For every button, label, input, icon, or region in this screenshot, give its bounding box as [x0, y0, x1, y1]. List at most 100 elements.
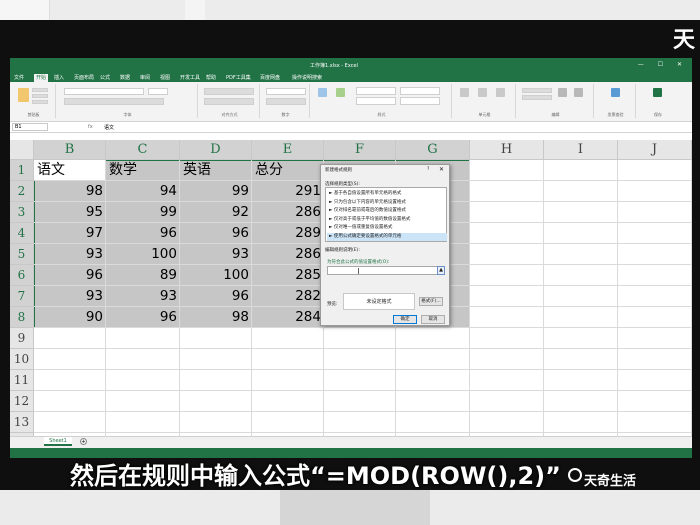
ribbon-tab-2[interactable]: 插入 — [54, 74, 64, 81]
column-header-f[interactable]: F — [324, 140, 396, 160]
window-controls[interactable]: — ☐ ✕ — [638, 61, 688, 68]
row-header-3[interactable]: 3 — [10, 202, 34, 223]
row-header-6[interactable]: 6 — [10, 265, 34, 286]
fx-icon[interactable]: fx — [88, 124, 93, 130]
formula-input[interactable]: 语文 — [104, 124, 114, 131]
data-cell[interactable]: 99 — [180, 181, 252, 202]
rule-type-item[interactable]: ► 仅对排名靠前或靠后的数值设置格式 — [327, 207, 447, 215]
delete-cells-icon[interactable] — [478, 88, 487, 97]
ribbon-tab-10[interactable]: PDF工具集 — [226, 74, 251, 81]
row-header-12[interactable]: 12 — [10, 391, 34, 412]
number-format-select[interactable] — [266, 88, 306, 95]
data-cell[interactable]: 289 — [252, 223, 324, 244]
column-header-e[interactable]: E — [252, 140, 324, 160]
ribbon-tab-0[interactable]: 文件 — [14, 74, 24, 81]
header-cell[interactable]: 总分 — [255, 160, 283, 181]
font-name-select[interactable] — [64, 88, 144, 95]
cell-style-good[interactable] — [356, 97, 396, 105]
row-header-7[interactable]: 7 — [10, 286, 34, 307]
header-cell[interactable]: 语文 — [37, 160, 65, 181]
rule-type-item[interactable]: ► 基于各自值设置所有单元格的格式 — [327, 190, 447, 198]
data-cell[interactable]: 90 — [34, 307, 106, 328]
font-size-select[interactable] — [148, 88, 168, 95]
data-cell[interactable]: 98 — [180, 307, 252, 328]
data-cell[interactable]: 96 — [180, 223, 252, 244]
row-header-2[interactable]: 2 — [10, 181, 34, 202]
cancel-button[interactable]: 取消 — [421, 315, 445, 324]
paste-icon[interactable] — [18, 88, 29, 102]
row-header-4[interactable]: 4 — [10, 223, 34, 244]
data-cell[interactable]: 94 — [106, 181, 180, 202]
row-header-11[interactable]: 11 — [10, 370, 34, 391]
data-cell[interactable]: 291 — [252, 181, 324, 202]
column-header-h[interactable]: H — [470, 140, 544, 160]
close-icon[interactable]: ✕ — [439, 166, 444, 173]
data-cell[interactable]: 96 — [106, 307, 180, 328]
ribbon-tab-7[interactable]: 视图 — [160, 74, 170, 81]
ribbon-tab-5[interactable]: 数据 — [120, 74, 130, 81]
rule-type-item[interactable]: ► 仅对唯一值或重复值设置格式 — [327, 224, 447, 232]
data-cell[interactable]: 100 — [180, 265, 252, 286]
row-header-13[interactable]: 13 — [10, 412, 34, 433]
data-cell[interactable]: 97 — [34, 223, 106, 244]
add-sheet-button[interactable]: + — [80, 438, 87, 445]
sheet-tab-sheet1[interactable]: Sheet1 — [44, 437, 72, 446]
sort-filter-icon[interactable] — [558, 88, 567, 97]
data-cell[interactable]: 96 — [180, 286, 252, 307]
data-cell[interactable]: 285 — [252, 265, 324, 286]
alignment-buttons-row2[interactable] — [204, 98, 254, 105]
ribbon-tab-6[interactable]: 审阅 — [140, 74, 150, 81]
cell-style-neutral[interactable] — [400, 97, 440, 105]
cell-style-bad[interactable] — [400, 87, 440, 95]
column-header-g[interactable]: G — [396, 140, 470, 160]
ribbon-tab-1[interactable]: 开始 — [34, 74, 49, 82]
header-cell[interactable]: 英语 — [183, 160, 211, 181]
column-header-j[interactable]: J — [618, 140, 692, 160]
ok-button[interactable]: 确定 — [393, 315, 417, 324]
data-cell[interactable]: 286 — [252, 244, 324, 265]
column-header-c[interactable]: C — [106, 140, 180, 160]
data-cell[interactable]: 96 — [34, 265, 106, 286]
data-cell[interactable]: 99 — [106, 202, 180, 223]
rule-type-item[interactable]: ► 只为包含以下内容的单元格设置格式 — [327, 199, 447, 207]
autosum-button[interactable] — [522, 88, 552, 93]
number-buttons[interactable] — [266, 98, 306, 105]
row-header-10[interactable]: 10 — [10, 349, 34, 370]
data-cell[interactable]: 284 — [252, 307, 324, 328]
find-select-icon[interactable] — [574, 88, 583, 97]
ribbon-tab-9[interactable]: 帮助 — [206, 74, 216, 81]
format-cells-icon[interactable] — [496, 88, 505, 97]
data-cell[interactable]: 93 — [106, 286, 180, 307]
ribbon-tab-11[interactable]: 百度网盘 — [260, 74, 280, 81]
data-cell[interactable]: 98 — [34, 181, 106, 202]
format-as-table-icon[interactable] — [336, 88, 345, 97]
data-cell[interactable]: 96 — [106, 223, 180, 244]
name-box[interactable]: B1 — [12, 123, 48, 131]
cell-style-normal[interactable] — [356, 87, 396, 95]
data-cell[interactable]: 93 — [34, 286, 106, 307]
row-header-8[interactable]: 8 — [10, 307, 34, 328]
rule-type-item[interactable]: ► 使用公式确定要设置格式的单元格 — [327, 233, 447, 241]
format-button[interactable]: 格式(F)... — [419, 297, 443, 306]
help-icon[interactable]: ? — [427, 167, 429, 172]
data-cell[interactable]: 92 — [180, 202, 252, 223]
data-cell[interactable]: 100 — [106, 244, 180, 265]
insert-cells-icon[interactable] — [460, 88, 469, 97]
collapse-dialog-button[interactable]: ▲ — [437, 266, 445, 275]
data-cell[interactable]: 93 — [34, 244, 106, 265]
save-to-cloud-icon[interactable] — [653, 88, 662, 97]
header-cell[interactable]: 数学 — [109, 160, 137, 181]
column-header-d[interactable]: D — [180, 140, 252, 160]
conditional-format-icon[interactable] — [318, 88, 327, 97]
data-cell[interactable]: 93 — [180, 244, 252, 265]
column-header-i[interactable]: I — [544, 140, 618, 160]
ribbon-tab-3[interactable]: 页面布局 — [74, 74, 94, 81]
format-painter-button[interactable] — [32, 100, 48, 104]
data-cell[interactable]: 89 — [106, 265, 180, 286]
row-header-1[interactable]: 1 — [10, 160, 34, 181]
data-cell[interactable]: 95 — [34, 202, 106, 223]
row-header-9[interactable]: 9 — [10, 328, 34, 349]
data-cell[interactable]: 282 — [252, 286, 324, 307]
rule-type-item[interactable]: ► 仅对高于或低于平均值的数值设置格式 — [327, 216, 447, 224]
invoice-check-icon[interactable] — [611, 88, 620, 97]
